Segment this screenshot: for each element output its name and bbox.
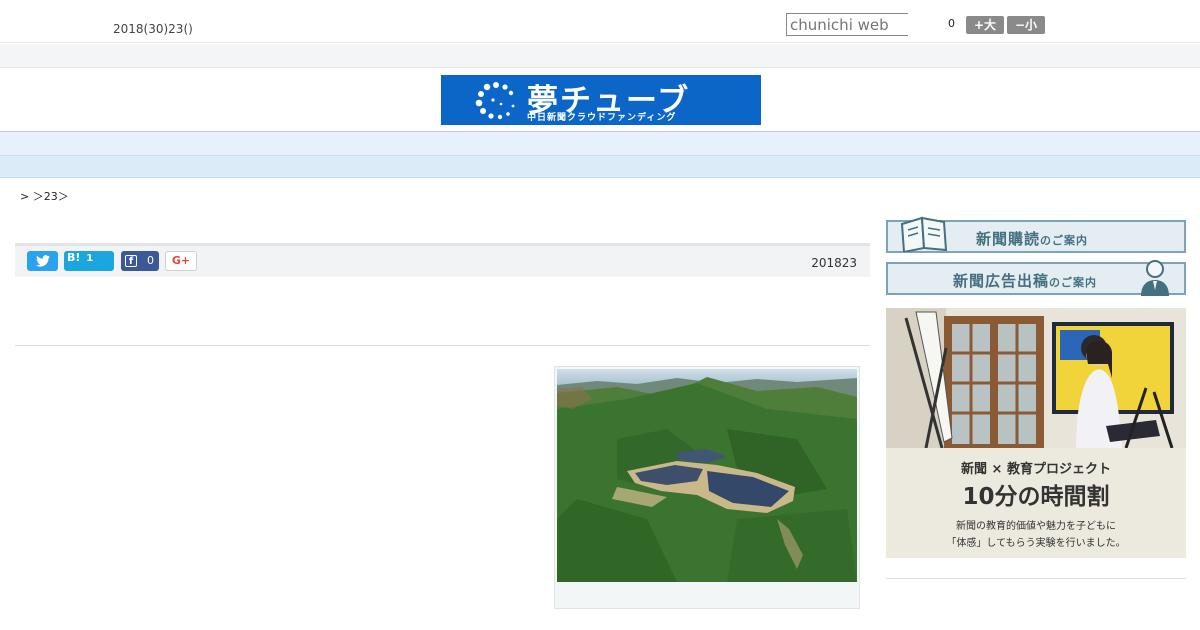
article-photo[interactable] [554,366,860,609]
facebook-count: 0 [147,254,154,267]
site-logo[interactable]: 夢チューブ 中日新聞クラウドファンディング [441,75,761,125]
classroom-photo [886,308,1186,448]
ad-title: 10分の時間割 [962,484,1110,510]
subscription-banner-label: 新聞購読のご案内 [976,228,1088,249]
sub-nav-band [0,156,1200,178]
newspaper-subscription-banner[interactable]: 新聞購読のご案内 [886,216,1186,253]
facebook-share-button[interactable]: f 0 [121,251,159,271]
sidebar-divider [886,578,1186,579]
publish-date: 201823 [811,256,857,270]
twitter-share-button[interactable] [27,251,58,271]
breadcrumb[interactable]: > ＞23＞ [20,188,69,204]
font-size-value: 0 [948,17,955,30]
education-project-ad[interactable]: 新聞 × 教育プロジェクト 10分の時間割 新聞の教育的価値や魅力を子どもに 「… [886,308,1186,558]
font-smaller-button[interactable]: −小 [1007,16,1045,34]
hatena-bookmark-button[interactable]: B! 1 [64,251,114,271]
twitter-bird-icon [35,255,50,267]
top-bar: 2018(30)23() 0 +大 −小 [0,0,1200,43]
businessman-icon [1141,260,1169,296]
content-divider [15,345,870,346]
header-band [0,44,1200,68]
logo-subtitle: 中日新聞クラウドファンディング [527,113,677,123]
main-nav [0,131,1200,156]
advertising-banner-main: 新聞広告出稿 [953,272,1050,290]
ad-heading: 新聞 × 教育プロジェクト [961,462,1111,477]
ad-description-line2: 「体感」してもらう実験を行いました。 [946,538,1126,549]
facebook-icon: f [125,255,137,267]
current-date: 2018(30)23() [113,22,193,36]
search-input[interactable] [786,13,908,36]
advertising-banner-label: 新聞広告出稿のご案内 [953,270,1097,291]
share-bar: B! 1 f 0 G+ 201823 [15,243,870,277]
ad-description-line1: 新聞の教育的価値や魅力を子どもに [956,521,1116,532]
newspaper-advertising-banner[interactable]: 新聞広告出稿のご案内 [886,260,1186,296]
googleplus-share-button[interactable]: G+ [165,251,197,271]
open-book-icon [900,216,948,252]
font-larger-button[interactable]: +大 [966,16,1004,34]
dots-logo-icon [475,82,515,120]
subscription-banner-suffix: のご案内 [1040,234,1089,247]
subscription-banner-main: 新聞購読 [976,230,1041,248]
advertising-banner-suffix: のご案内 [1049,276,1098,289]
mountain-solar-photo [557,369,857,582]
hatena-label: B! [67,251,81,264]
hatena-count: 1 [86,253,94,264]
